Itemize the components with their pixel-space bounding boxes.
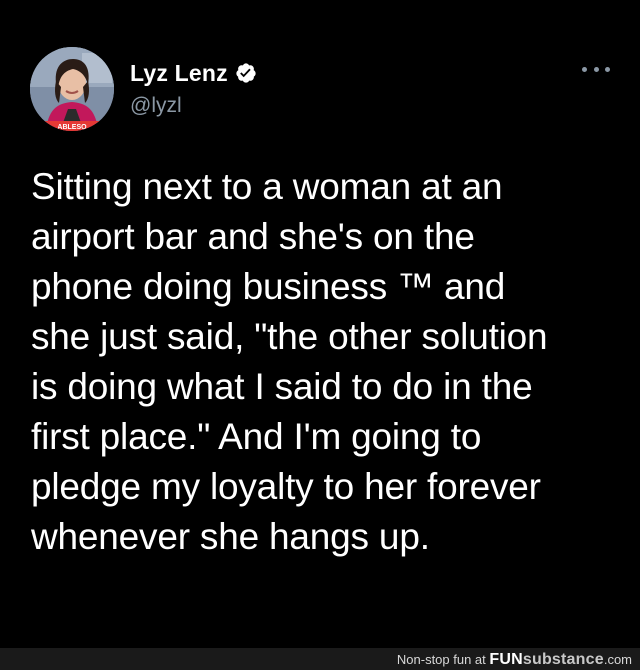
watermark-prefix: Non-stop fun at bbox=[396, 652, 490, 667]
svg-text:ABLESQ: ABLESQ bbox=[57, 124, 87, 131]
watermark-brand-fun: FUN bbox=[489, 651, 523, 668]
tweet-card: ABLESQ Lyz Lenz @lyzl Sitting next to a … bbox=[0, 0, 640, 648]
more-options-icon[interactable] bbox=[582, 62, 610, 76]
author-display-name[interactable]: Lyz Lenz bbox=[130, 60, 228, 87]
author-handle[interactable]: @lyzl bbox=[130, 94, 182, 118]
more-dot bbox=[605, 66, 610, 72]
author-name-row: Lyz Lenz bbox=[130, 58, 257, 88]
more-dot bbox=[582, 66, 587, 72]
avatar[interactable]: ABLESQ bbox=[30, 47, 114, 131]
watermark-bar: Non-stop fun at FUNsubstance.com bbox=[0, 648, 640, 670]
watermark: Non-stop fun at FUNsubstance.com bbox=[397, 651, 632, 669]
tweet-text: Sitting next to a woman at an airport ba… bbox=[31, 166, 548, 557]
watermark-brand-substance: substance bbox=[522, 651, 604, 668]
more-dot bbox=[593, 66, 599, 72]
watermark-suffix: .com bbox=[603, 652, 632, 667]
verified-badge-icon bbox=[235, 62, 257, 84]
profile-photo: ABLESQ bbox=[30, 47, 114, 131]
